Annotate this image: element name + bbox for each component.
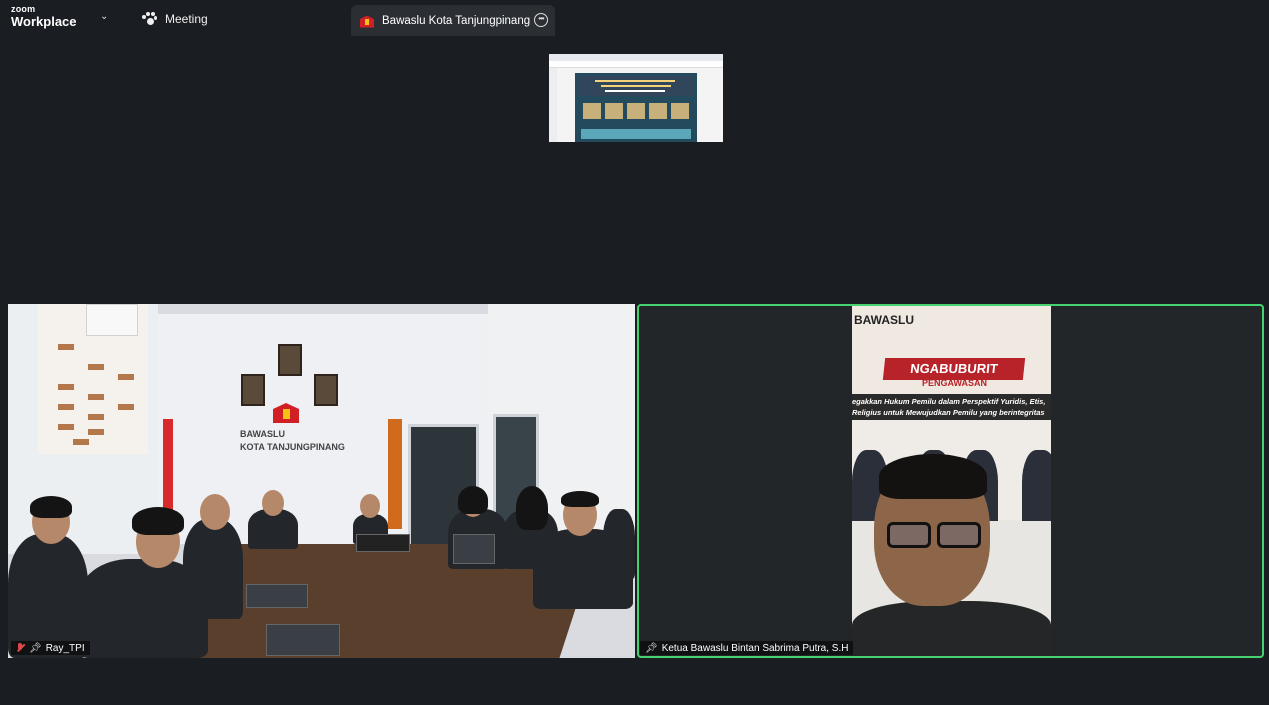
person-hair xyxy=(132,507,184,535)
bawaslu-logo-icon xyxy=(360,14,374,28)
viewer-sidebar xyxy=(549,68,557,142)
pin-icon: 📌︎ xyxy=(29,642,42,654)
speaker-hair xyxy=(879,454,987,499)
portrait-frame-2 xyxy=(314,374,338,406)
person-hair xyxy=(30,496,72,518)
mic-muted-icon xyxy=(16,643,25,653)
browser-tabbar xyxy=(549,54,723,61)
meeting-button[interactable]: Meeting xyxy=(142,10,208,28)
poster-theme-line1: egakkan Hukum Pemilu dalam Perspektif Yu… xyxy=(852,397,1046,406)
poster-theme-line2: Religius untuk Mewujudkan Pemilu yang be… xyxy=(852,408,1045,417)
participant-name: Ray_TPI xyxy=(45,642,85,654)
wall-sign-line1: BAWASLU xyxy=(240,429,285,439)
flag-orange xyxy=(388,419,402,529)
participant-person xyxy=(183,519,243,619)
person-head xyxy=(262,490,284,516)
participant-person xyxy=(603,509,635,579)
video-tile-active-speaker[interactable]: BAWASLU NGABUBURIT PENGAWASAN egakkan Hu… xyxy=(637,304,1264,658)
pin-icon: 📌︎ xyxy=(645,642,658,654)
brand-small-text: zoom xyxy=(11,4,36,14)
zoom-workplace-logo[interactable]: zoom Workplace xyxy=(11,4,77,29)
poster-brand: BAWASLU xyxy=(854,313,914,327)
meeting-label: Meeting xyxy=(165,12,208,26)
speaker-glasses xyxy=(887,522,981,548)
participant-name: Ketua Bawaslu Bintan Sabrima Putra, S.H xyxy=(661,642,849,654)
chevron-down-icon[interactable]: ⌄ xyxy=(100,11,108,22)
laptop xyxy=(246,584,308,608)
shared-screen-thumbnail[interactable] xyxy=(549,54,723,142)
garuda-frame xyxy=(278,344,302,376)
poster-title2: PENGAWASAN xyxy=(922,378,988,388)
top-bar: zoom Workplace ⌄ Meeting Bawaslu Kota Ta… xyxy=(0,0,1269,37)
video-tile-ray-tpi[interactable]: BAWASLU KOTA TANJUNGPINANG 📌︎ Ray_TPI xyxy=(8,304,635,658)
person-hair xyxy=(516,486,548,530)
shared-poster-image xyxy=(575,73,697,142)
participant-person xyxy=(8,534,88,658)
participant-name-tag: 📌︎ Ketua Bawaslu Bintan Sabrima Putra, S… xyxy=(640,641,854,655)
bawaslu-wall-logo xyxy=(273,399,299,425)
poster-title: NGABUBURIT xyxy=(882,358,1026,380)
person-head xyxy=(200,494,230,530)
brand-big-text: Workplace xyxy=(11,14,77,29)
person-head xyxy=(360,494,380,518)
person-hair xyxy=(458,486,488,514)
portrait-frame-1 xyxy=(241,374,265,406)
paw-meeting-icon xyxy=(142,12,157,26)
laptop xyxy=(453,534,495,564)
wall-sign-line2: KOTA TANJUNGPINANG xyxy=(240,442,345,452)
speaker-body xyxy=(852,601,1051,656)
participant-name-tag: 📌︎ Ray_TPI xyxy=(11,641,90,655)
more-options-icon[interactable]: ••• xyxy=(534,13,548,27)
tab-screen-share[interactable]: Bawaslu Kota Tanjungpinang's sc ••• xyxy=(351,5,555,36)
browser-addressbar xyxy=(549,61,723,68)
person-hair xyxy=(561,491,599,507)
projector xyxy=(356,534,410,552)
laptop xyxy=(266,624,340,656)
tab-title: Bawaslu Kota Tanjungpinang's sc xyxy=(382,14,530,27)
air-conditioner xyxy=(86,304,138,336)
